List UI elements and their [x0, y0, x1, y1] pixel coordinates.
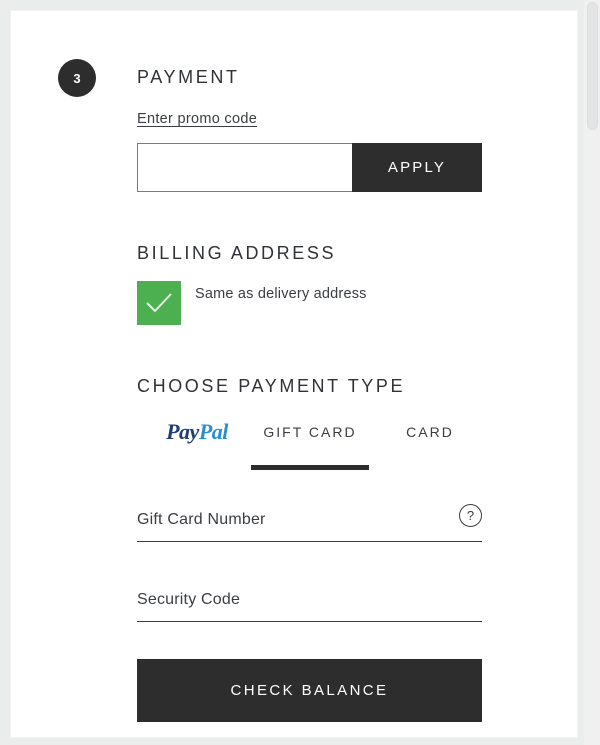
tab-gift-card-label: GIFT CARD	[263, 424, 357, 440]
apply-promo-button[interactable]: APPLY	[352, 143, 482, 192]
enter-promo-code-link[interactable]: Enter promo code	[137, 111, 257, 127]
step-number-badge: 3	[58, 59, 96, 97]
security-code-input[interactable]	[137, 583, 482, 617]
billing-address-row: Same as delivery address	[137, 281, 367, 325]
gift-card-number-input[interactable]	[137, 503, 482, 537]
page-title: PAYMENT	[137, 67, 240, 87]
tab-active-underline	[251, 465, 369, 470]
payment-card: 3 PAYMENT Enter promo code APPLY BILLING…	[11, 11, 577, 737]
check-icon	[146, 293, 172, 313]
paypal-logo-icon: PayPal	[149, 419, 245, 445]
payment-type-tabs: PayPal GIFT CARD CARD	[137, 419, 485, 471]
question-mark-icon[interactable]: ?	[459, 504, 482, 527]
step-number-label: 3	[73, 70, 81, 86]
choose-payment-type-heading: CHOOSE PAYMENT TYPE	[137, 376, 406, 396]
page-root: 3 PAYMENT Enter promo code APPLY BILLING…	[0, 0, 600, 745]
tab-gift-card[interactable]: GIFT CARD	[251, 419, 369, 471]
vertical-scrollbar-track[interactable]	[584, 0, 600, 745]
same-as-delivery-label: Same as delivery address	[195, 286, 367, 302]
same-as-delivery-checkbox[interactable]	[137, 281, 181, 325]
billing-address-heading: BILLING ADDRESS	[137, 243, 337, 263]
tab-paypal[interactable]: PayPal	[149, 419, 245, 471]
promo-code-input[interactable]	[137, 143, 352, 192]
paypal-logo-pal: Pal	[198, 419, 229, 444]
promo-code-row: APPLY	[137, 143, 482, 192]
paypal-logo-pay: Pay	[166, 419, 199, 444]
security-code-field	[137, 583, 482, 622]
tab-card-label: CARD	[406, 424, 454, 440]
vertical-scrollbar-thumb[interactable]	[587, 2, 598, 130]
check-balance-button[interactable]: CHECK BALANCE	[137, 659, 482, 722]
gift-card-number-field: ?	[137, 503, 482, 542]
tab-card[interactable]: CARD	[387, 419, 473, 471]
